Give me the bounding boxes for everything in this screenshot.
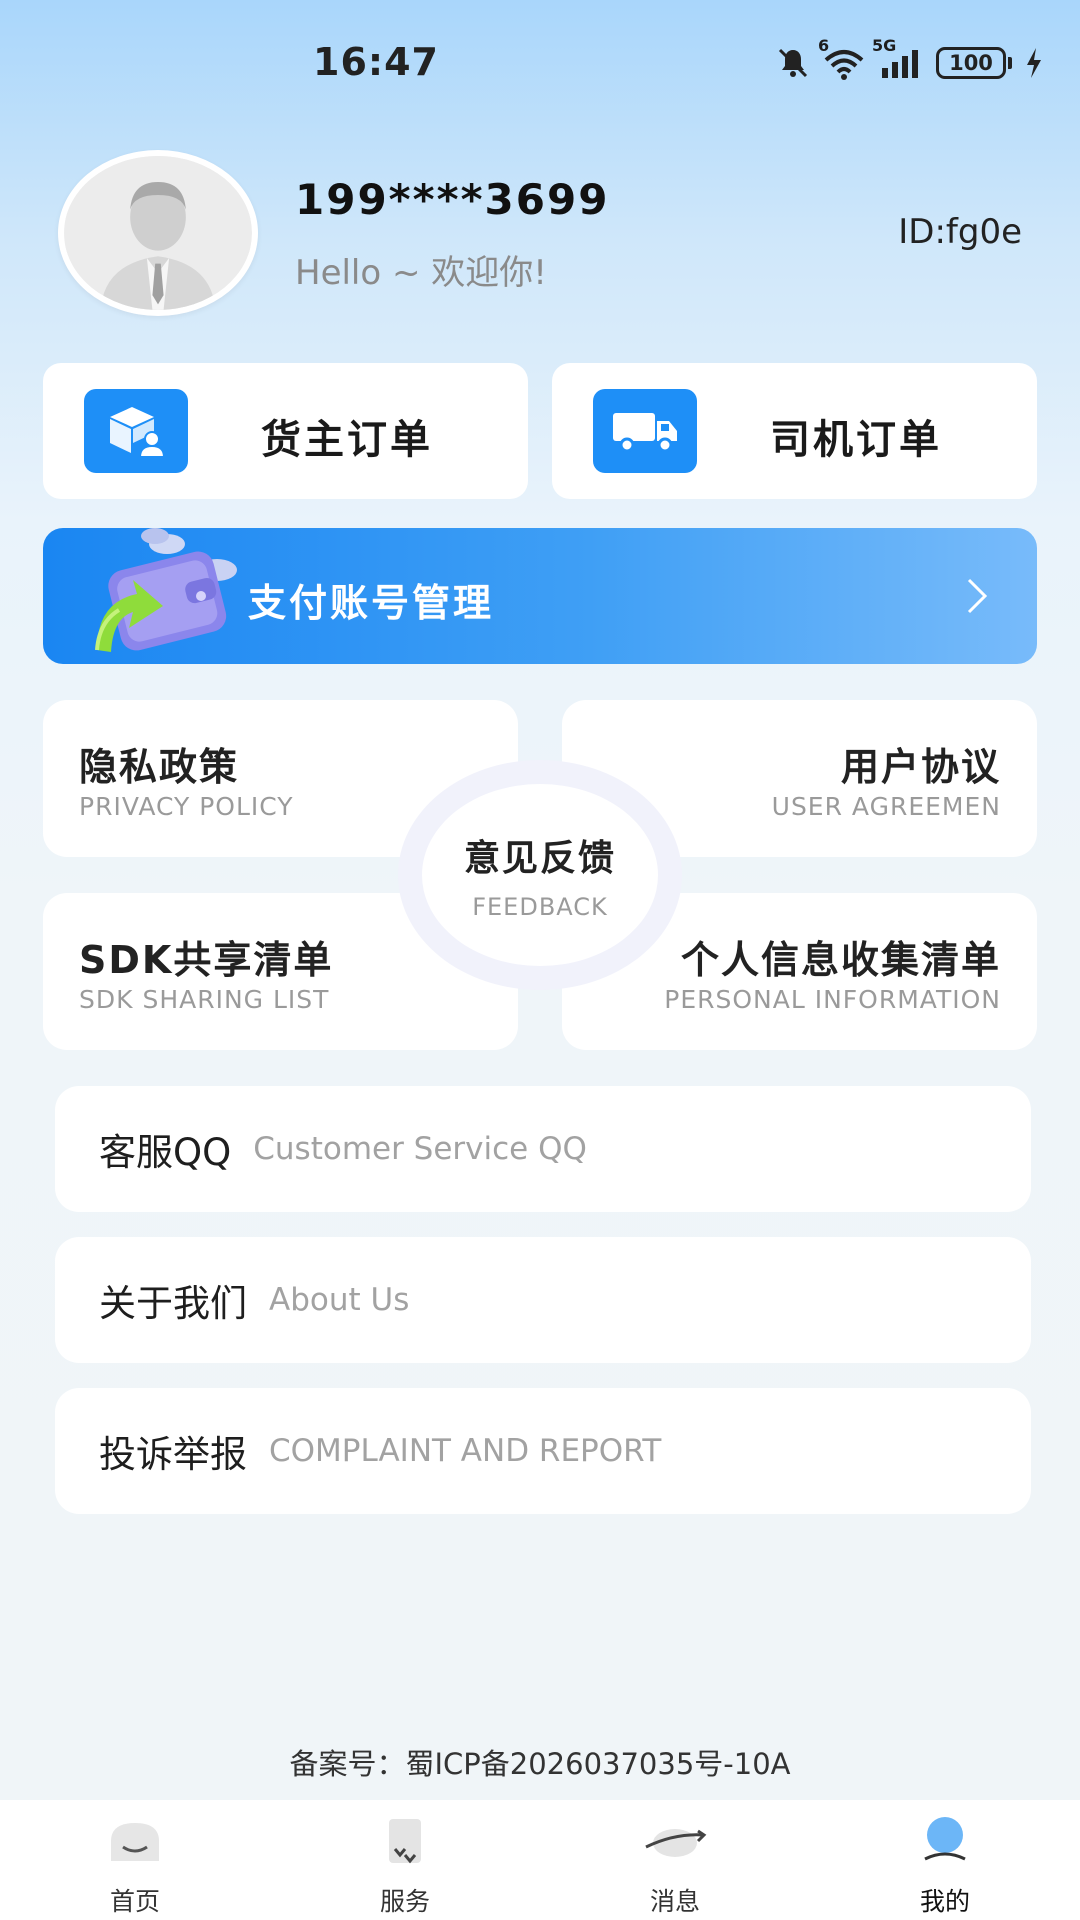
feedback-subtitle: FEEDBACK (472, 893, 608, 921)
service-icon (370, 1814, 440, 1870)
cargo-owner-orders-card[interactable]: 货主订单 (43, 363, 528, 499)
complaint-report-row[interactable]: 投诉举报 COMPLAINT AND REPORT (55, 1388, 1031, 1514)
privacy-policy-title: 隐私政策 (79, 745, 240, 789)
bottom-nav: 首页 服务 消息 我的 (0, 1800, 1080, 1920)
feedback-title: 意见反馈 (463, 838, 616, 879)
nav-label-message: 消息 (649, 1887, 700, 1916)
status-bar: 16:47 6 5G 100 (0, 0, 1080, 130)
status-icons: 6 5G 100 (776, 36, 1044, 80)
status-time: 16:47 (313, 40, 439, 84)
complaint-report-subtitle: COMPLAINT AND REPORT (269, 1433, 662, 1469)
user-agreement-subtitle: USER AGREEMEN (771, 792, 1001, 821)
home-icon (100, 1814, 170, 1870)
cargo-owner-orders-label: 货主订单 (261, 417, 433, 463)
nav-label-service: 服务 (379, 1887, 430, 1916)
feedback-button[interactable]: 意见反馈 FEEDBACK (398, 760, 682, 990)
driver-orders-label: 司机订单 (770, 417, 942, 463)
nav-item-home[interactable]: 首页 (0, 1800, 270, 1920)
about-us-subtitle: About Us (269, 1282, 410, 1318)
sdk-sharing-list-subtitle: SDK SHARING LIST (79, 985, 330, 1014)
customer-service-qq-row[interactable]: 客服QQ Customer Service QQ (55, 1086, 1031, 1212)
about-us-row[interactable]: 关于我们 About Us (55, 1237, 1031, 1363)
battery-icon: 100 (936, 47, 1012, 79)
charging-icon (1024, 46, 1044, 80)
customer-service-qq-subtitle: Customer Service QQ (253, 1131, 587, 1167)
nav-item-message[interactable]: 消息 (540, 1800, 810, 1920)
avatar-person-icon (65, 156, 251, 310)
payment-account-banner[interactable]: 支付账号管理 (43, 528, 1037, 664)
profile-icon (910, 1814, 980, 1870)
wifi-badge: 6 (818, 36, 830, 55)
about-us-title: 关于我们 (99, 1282, 247, 1325)
network-type: 5G (872, 36, 897, 55)
nav-item-profile[interactable]: 我的 (810, 1800, 1080, 1920)
sdk-sharing-list-title: SDK共享清单 (79, 938, 334, 982)
personal-info-list-title: 个人信息收集清单 (680, 938, 1001, 982)
mute-bell-icon (776, 46, 810, 80)
chevron-right-icon (965, 576, 989, 620)
wallet-icon (67, 510, 257, 670)
personal-info-list-subtitle: PERSONAL INFORMATION (664, 985, 1001, 1014)
customer-service-qq-title: 客服QQ (99, 1131, 232, 1174)
payment-account-label: 支付账号管理 (248, 581, 495, 625)
signal-icon: 5G (872, 36, 924, 80)
greeting-text: Hello ~ 欢迎你! (295, 253, 547, 293)
wifi-icon: 6 (818, 36, 866, 80)
message-icon (640, 1814, 710, 1870)
user-phone: 199****3699 (295, 175, 610, 224)
truck-icon (593, 389, 697, 473)
icp-filing-text: 备案号：蜀ICP备2026037035号-10A (289, 1747, 791, 1781)
user-id: ID:fg0e (898, 212, 1022, 252)
cargo-owner-icon (84, 389, 188, 473)
nav-label-profile: 我的 (919, 1887, 970, 1916)
driver-orders-card[interactable]: 司机订单 (552, 363, 1037, 499)
nav-item-service[interactable]: 服务 (270, 1800, 540, 1920)
nav-label-home: 首页 (109, 1887, 160, 1916)
battery-level: 100 (936, 47, 1006, 79)
avatar[interactable] (58, 150, 258, 316)
complaint-report-title: 投诉举报 (99, 1433, 247, 1476)
privacy-policy-subtitle: PRIVACY POLICY (79, 792, 294, 821)
user-agreement-title: 用户协议 (840, 745, 1001, 789)
